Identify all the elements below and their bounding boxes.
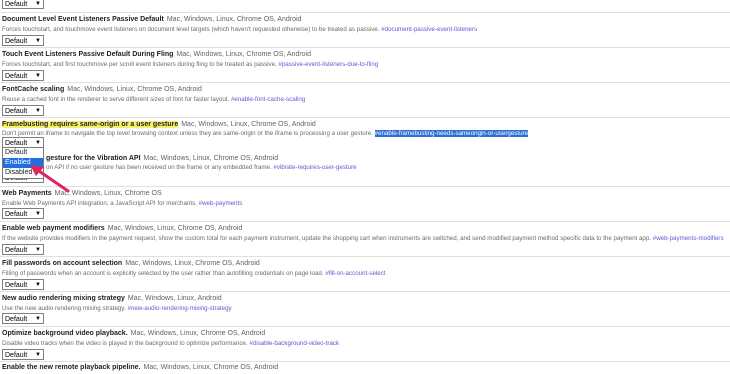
chevron-down-icon: ▼ xyxy=(35,282,41,288)
flag-entry: Web Payments Mac, Windows, Linux, Chrome … xyxy=(0,186,730,221)
flag-link[interactable]: #fill-on-account-select xyxy=(325,270,385,277)
flag-title: FontCache scaling Mac, Windows, Linux, Ch… xyxy=(2,86,202,93)
flag-title: Fill passwords on account selection Mac, … xyxy=(2,260,260,267)
flag-title: Optimize background video playback. Mac, … xyxy=(2,330,266,337)
flag-select[interactable]: Default ▼ xyxy=(2,105,44,116)
flag-entry: Fill passwords on account selection Mac, … xyxy=(0,256,730,291)
flag-description: If the website provides modifiers in the… xyxy=(2,235,724,242)
chevron-down-icon: ▼ xyxy=(35,247,41,253)
chevron-down-icon: ▼ xyxy=(35,211,41,217)
flag-select[interactable]: Default ▼ xyxy=(2,70,44,81)
flag-link[interactable]: #disable-background-video-track xyxy=(249,340,339,347)
chevron-down-icon: ▼ xyxy=(35,352,41,358)
chevron-down-icon: ▼ xyxy=(35,1,41,7)
flag-link[interactable]: #web-payments xyxy=(199,200,243,207)
annotation-arrow-icon xyxy=(30,165,70,193)
flag-select[interactable]: Default ▼ xyxy=(2,208,44,219)
chevron-down-icon: ▼ xyxy=(35,316,41,322)
flag-description: Forces touchstart, and first touchmove p… xyxy=(2,61,379,68)
flag-entry: gesture for the Vibration API Mac, Window… xyxy=(0,152,730,186)
flag-description: Reuse a cached font in the renderer to s… xyxy=(2,96,306,103)
flag-description: Enable Web Payments API integration, a J… xyxy=(2,200,243,207)
flag-description: Disable video tracks when the video is p… xyxy=(2,340,340,347)
chevron-down-icon: ▼ xyxy=(35,38,41,44)
flag-entry: Optimize background video playback. Mac, … xyxy=(0,326,730,361)
flag-title: New audio rendering mixing strategy Mac, … xyxy=(2,295,222,302)
flag-entry: Enable the new remote playback pipeline.… xyxy=(0,361,730,374)
flag-entry: New audio rendering mixing strategy Mac, … xyxy=(0,291,730,326)
flag-select-top[interactable]: Default ▼ xyxy=(2,0,44,9)
flag-link[interactable]: #web-payments-modifiers xyxy=(653,235,724,242)
flag-link[interactable]: #new-audio-rendering-mixing-strategy xyxy=(127,305,231,312)
flag-description: Use the new audio rendering mixing strat… xyxy=(2,305,232,312)
flag-entry: Enable web payment modifiers Mac, Windows… xyxy=(0,221,730,256)
flag-title: Touch Event Listeners Passive Default Du… xyxy=(2,51,312,58)
flag-select[interactable]: Default ▼ xyxy=(2,279,44,290)
flag-title: gesture for the Vibration API Mac, Window… xyxy=(46,155,279,162)
flag-description: on API if no user gesture has been recei… xyxy=(46,164,357,171)
flag-select[interactable]: Default ▼ xyxy=(2,349,44,360)
dropdown-option-default[interactable]: Default xyxy=(3,148,43,158)
flag-entry: Touch Event Listeners Passive Default Du… xyxy=(0,47,730,82)
flag-description: Filling of passwords when an account is … xyxy=(2,270,386,277)
flag-title: Document Level Event Listeners Passive D… xyxy=(2,16,302,23)
flag-description: Forces touchstart, and touchmove event l… xyxy=(2,26,478,33)
flag-link[interactable]: #passive-event-listeners-due-to-fling xyxy=(279,61,379,68)
flag-link[interactable]: #enable-framebusting-needs-sameorigin-or… xyxy=(374,130,529,137)
flag-description: Don't permit an iframe to navigate the t… xyxy=(2,130,529,137)
flag-title: Enable web payment modifiers Mac, Windows… xyxy=(2,225,243,232)
chevron-down-icon: ▼ xyxy=(35,73,41,79)
flag-link[interactable]: #vibrate-requires-user-gesture xyxy=(273,164,356,171)
flag-select[interactable]: Default ▼ xyxy=(2,35,44,46)
flag-title: Framebusting requires same-origin or a u… xyxy=(2,121,316,128)
flag-select[interactable]: Default ▼ xyxy=(2,313,44,324)
flag-link[interactable]: #document-passive-event-listeners xyxy=(381,26,477,33)
flag-link[interactable]: #enable-font-cache-scaling xyxy=(231,96,305,103)
flag-title: Enable the new remote playback pipeline.… xyxy=(2,364,279,371)
chevron-down-icon: ▼ xyxy=(35,108,41,114)
flag-select[interactable]: Default ▼ xyxy=(2,244,44,255)
flag-entry: Document Level Event Listeners Passive D… xyxy=(0,12,730,47)
flag-entry: Framebusting requires same-origin or a u… xyxy=(0,117,730,152)
flag-entry: FontCache scaling Mac, Windows, Linux, Ch… xyxy=(0,82,730,117)
